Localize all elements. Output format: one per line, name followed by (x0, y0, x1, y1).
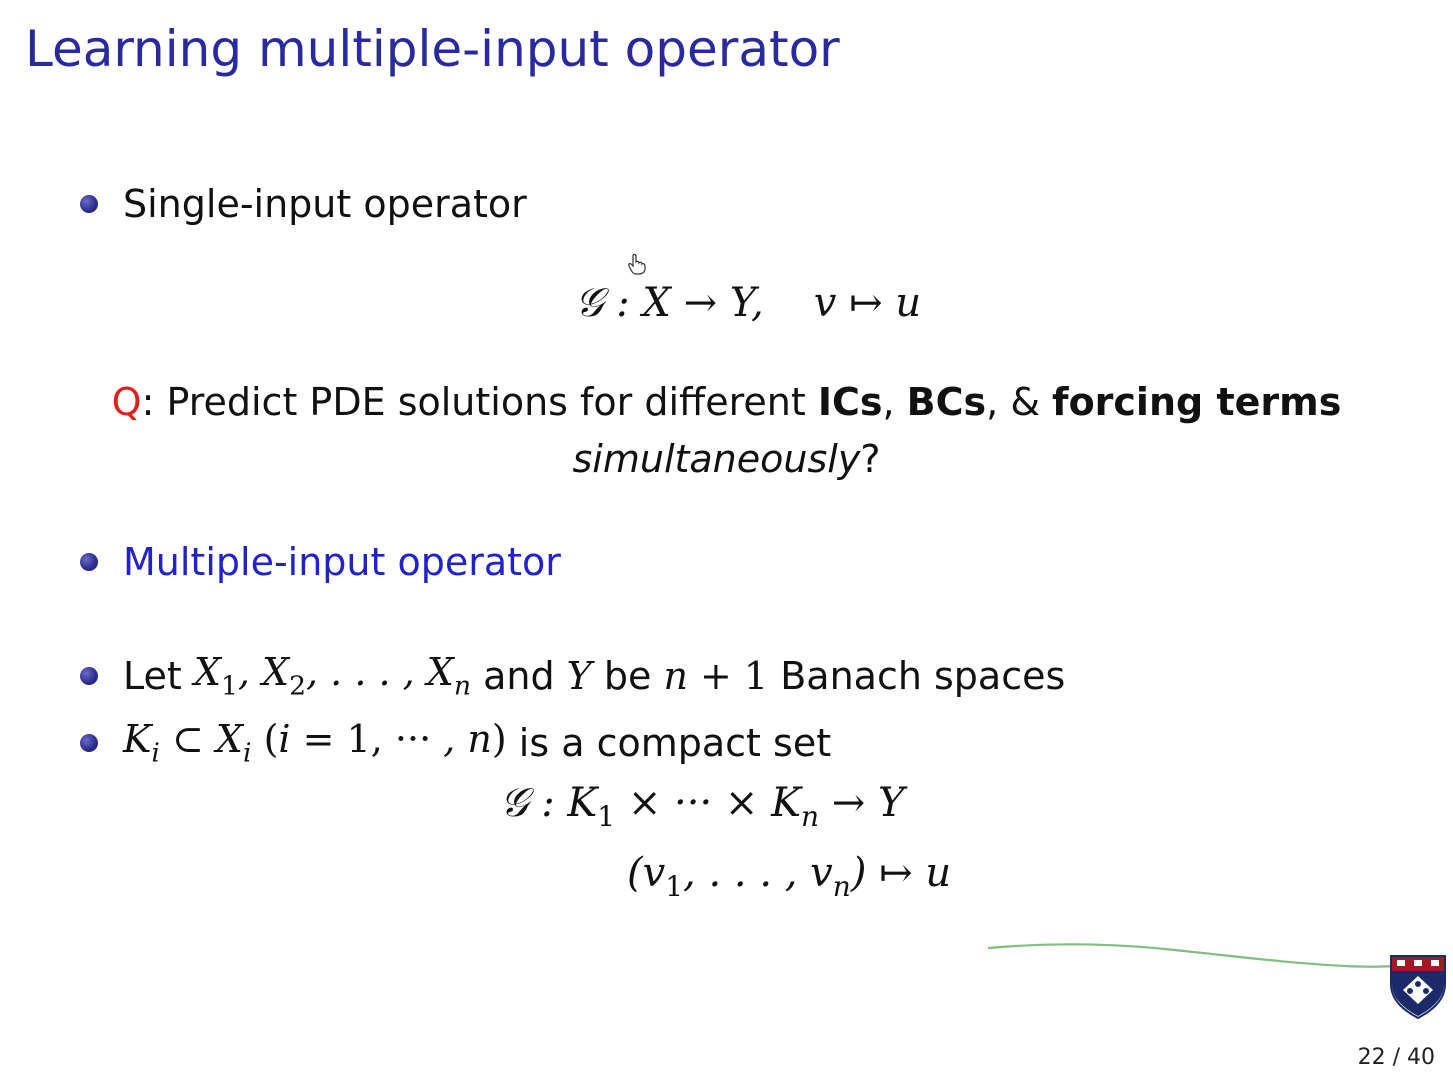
single-operator-equation: 𝒢 : X → Y, v ↦ u (575, 280, 921, 326)
question-amp: , & (986, 380, 1053, 424)
page-number: 22 / 40 (1357, 1045, 1435, 1070)
let-prefix: Let (123, 653, 182, 698)
bullet-multiple-input: Multiple-input operator (80, 540, 561, 584)
question-simultaneously: simultaneously (572, 437, 861, 481)
single-map-expression: 𝒢 : X → Y, (575, 280, 764, 326)
math-n-plus-1: n + 1 (663, 653, 769, 698)
multi-operator-map: 𝒢 : K1 × ··· × Kn → Y (500, 780, 905, 833)
question-line-1: Q: Predict PDE solutions for different I… (0, 380, 1453, 424)
math-compact-subset: Ki ⊂ Xi (i = 1, ··· , n) (123, 717, 507, 769)
bullet-dot (80, 666, 98, 685)
bullet-banach-spaces: Let X1, X2, . . . , Xn and Y be n + 1 Ba… (80, 650, 1065, 701)
math-x-list: X1, X2, . . . , Xn (193, 650, 471, 702)
multi-operator-assign: (v1, . . . , vn) ↦ u (627, 850, 952, 903)
math-y: Y (566, 653, 592, 698)
bullet-dot (80, 733, 98, 752)
question-text-start: : Predict PDE solutions for different (141, 380, 818, 424)
compact-suffix: is a compact set (518, 720, 832, 765)
question-comma: , (882, 380, 907, 424)
hand-cursor-icon (628, 253, 646, 275)
multi-map-mid: × ··· × K (615, 780, 802, 826)
question-ics: ICs (817, 380, 883, 424)
question-line-2: simultaneously? (0, 437, 1453, 481)
let-be: be (603, 653, 652, 698)
slide-title: Learning multiple-input operator (25, 20, 840, 78)
multi-assign-mid: , . . . , v (683, 850, 833, 896)
multi-assign-start: (v (627, 850, 666, 896)
bullet-single-text: Single-input operator (123, 182, 527, 226)
bullet-single-input: Single-input operator (80, 182, 527, 226)
university-shield-logo (1390, 955, 1446, 1020)
bullet-dot (80, 553, 98, 571)
question-mark: ? (860, 437, 881, 481)
ink-annotation-stroke (987, 943, 1394, 968)
multi-map-g: 𝒢 : K (500, 780, 598, 826)
bullet-dot (80, 195, 98, 213)
bullet-multiple-text: Multiple-input operator (123, 540, 561, 584)
multi-assign-end: ) ↦ u (850, 850, 952, 896)
let-and: and (483, 653, 555, 698)
single-assign-expression: v ↦ u (813, 280, 922, 326)
question-bcs: BCs (906, 380, 987, 424)
bullet-compact-set: Ki ⊂ Xi (i = 1, ··· , n) is a compact se… (80, 717, 831, 768)
question-label: Q (111, 380, 142, 424)
let-suffix: Banach spaces (780, 653, 1066, 698)
multi-map-end: → Y (819, 780, 905, 826)
question-forcing: forcing terms (1052, 380, 1342, 424)
